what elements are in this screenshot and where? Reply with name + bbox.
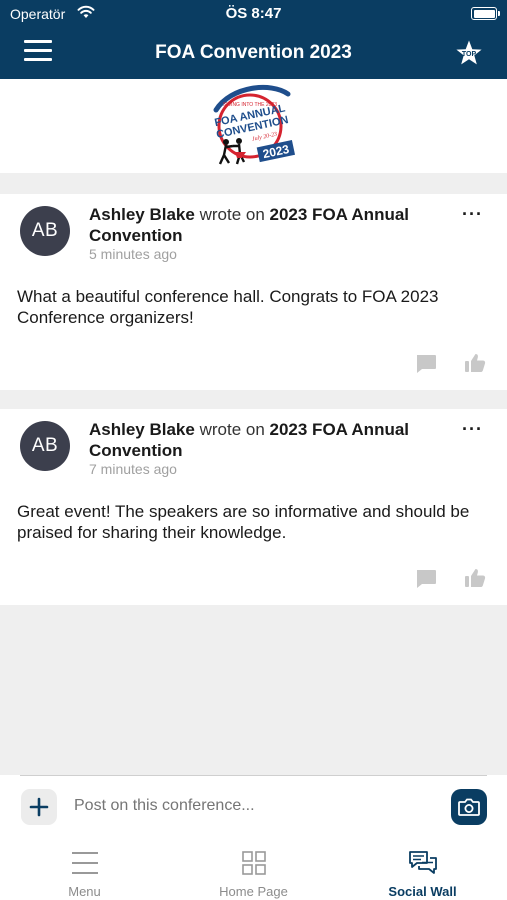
avatar[interactable]: AB xyxy=(20,206,70,256)
clock: ÖS 8:47 xyxy=(225,5,282,22)
more-options-icon[interactable]: ··· xyxy=(462,419,483,440)
comment-icon[interactable] xyxy=(415,354,437,374)
like-icon[interactable] xyxy=(464,568,486,588)
post-timestamp: 7 minutes ago xyxy=(89,461,177,477)
svg-text:July 20-23: July 20-23 xyxy=(252,132,278,143)
post-timestamp: 5 minutes ago xyxy=(89,246,177,262)
top-star-icon[interactable]: TOP xyxy=(455,39,483,67)
more-options-icon[interactable]: ··· xyxy=(462,204,483,225)
svg-text:2023: 2023 xyxy=(261,142,290,161)
chat-bubbles-icon xyxy=(409,851,437,874)
add-attachment-button[interactable] xyxy=(21,789,57,825)
tab-bar: Menu Home Page Social Wall xyxy=(0,836,507,900)
plus-icon xyxy=(29,797,49,817)
post-body: Great event! The speakers are so informa… xyxy=(17,502,470,542)
logo-banner: SWING INTO THE 2023 FOA ANNUAL CONVENTIO… xyxy=(0,79,507,173)
post-verb: wrote on xyxy=(199,420,265,439)
divider xyxy=(20,775,487,776)
post-card: AB Ashley Blake wrote on 2023 FOA Annual… xyxy=(0,409,507,605)
post-composer xyxy=(0,775,507,836)
post-header: Ashley Blake wrote on 2023 FOA Annual Co… xyxy=(89,419,449,461)
like-icon[interactable] xyxy=(464,353,486,373)
tab-menu[interactable]: Menu xyxy=(0,836,169,900)
post-verb: wrote on xyxy=(199,205,265,224)
post-card: AB Ashley Blake wrote on 2023 FOA Annual… xyxy=(0,194,507,390)
author-name[interactable]: Ashley Blake xyxy=(89,420,195,439)
post-header: Ashley Blake wrote on 2023 FOA Annual Co… xyxy=(89,204,449,246)
camera-button[interactable] xyxy=(451,789,487,825)
menu-icon xyxy=(72,852,98,874)
comment-icon[interactable] xyxy=(415,569,437,589)
tab-label: Home Page xyxy=(219,884,288,899)
avatar[interactable]: AB xyxy=(20,421,70,471)
tab-home-page[interactable]: Home Page xyxy=(169,836,338,900)
top-bar: Operatör ÖS 8:47 FOA Convention 2023 TOP xyxy=(0,0,507,79)
tab-label: Menu xyxy=(68,884,101,899)
camera-icon xyxy=(458,798,480,816)
battery-icon xyxy=(471,7,500,20)
convention-logo: SWING INTO THE 2023 FOA ANNUAL CONVENTIO… xyxy=(213,85,296,165)
author-name[interactable]: Ashley Blake xyxy=(89,205,195,224)
status-bar: Operatör ÖS 8:47 xyxy=(0,0,507,28)
grid-icon xyxy=(242,851,266,875)
tab-social-wall[interactable]: Social Wall xyxy=(338,836,507,900)
post-input[interactable] xyxy=(74,797,434,815)
svg-text:TOP: TOP xyxy=(462,51,477,58)
tab-label: Social Wall xyxy=(388,884,457,899)
page-title: FOA Convention 2023 xyxy=(155,42,352,63)
post-body: What a beautiful conference hall. Congra… xyxy=(17,287,439,327)
